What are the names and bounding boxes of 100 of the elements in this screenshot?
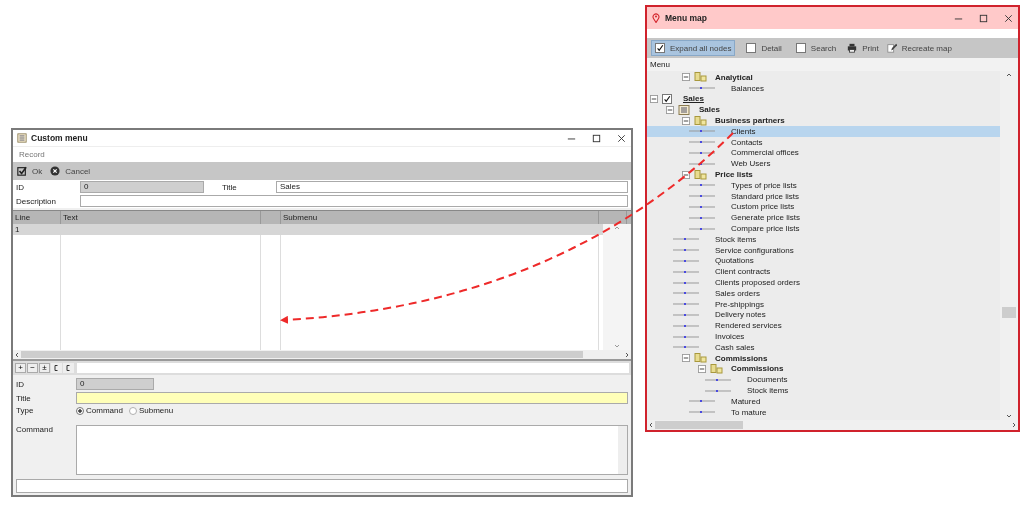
tree-item[interactable]: Business partners: [647, 115, 1000, 126]
window-title: Custom menu: [31, 133, 88, 143]
tree-item[interactable]: Client contracts: [647, 266, 1000, 278]
tree-item[interactable]: Stock items: [647, 385, 1000, 396]
window-title: Menu map: [665, 13, 708, 23]
radio-button[interactable]: [128, 406, 137, 415]
field-label: ID: [16, 379, 25, 389]
maximize-icon[interactable]: [978, 12, 989, 24]
scroll-thumb[interactable]: [1002, 307, 1016, 318]
radio-button[interactable]: [76, 406, 84, 415]
radio-option[interactable]: Command: [76, 406, 123, 415]
list-icon: [17, 133, 27, 143]
tree-item[interactable]: Custom price lists: [647, 201, 1000, 213]
field-label: ID: [16, 182, 25, 192]
bracket-icon[interactable]: [51, 363, 62, 373]
scrollbar[interactable]: [13, 350, 631, 359]
close-icon[interactable]: [1003, 12, 1014, 24]
field-label: Description: [16, 196, 57, 206]
tree-item[interactable]: Compare price lists: [647, 223, 1000, 234]
row-tool-button[interactable]: +: [15, 363, 26, 373]
tree-item[interactable]: Stock items: [647, 233, 1000, 245]
tree-item[interactable]: Commissions: [647, 363, 1000, 375]
scroll-left-icon[interactable]: [647, 421, 655, 429]
checkbox[interactable]: [662, 94, 672, 104]
scroll-right-icon[interactable]: [1010, 421, 1018, 429]
tree-item[interactable]: Cash sales: [647, 341, 1000, 353]
scroll-left-icon[interactable]: [13, 350, 21, 359]
maximize-icon[interactable]: [591, 132, 602, 144]
toolbar-button[interactable]: Recreate map: [886, 43, 952, 53]
title-field[interactable]: Sales: [276, 181, 628, 193]
tree-item[interactable]: Contacts: [647, 136, 1000, 148]
scroll-down-icon[interactable]: [1005, 412, 1013, 420]
tree-item[interactable]: Invoices: [647, 331, 1000, 342]
field-label: Title: [222, 182, 238, 192]
tree-item[interactable]: Clients proposed orders: [647, 277, 1000, 288]
tree-item[interactable]: Matured: [647, 395, 1000, 407]
scrollbar[interactable]: [647, 420, 1018, 430]
checkbox[interactable]: [655, 43, 665, 53]
folder-icon: [694, 353, 708, 364]
scroll-up-icon[interactable]: [1005, 71, 1013, 79]
description-field[interactable]: [80, 195, 628, 207]
table-cell-text: 1: [14, 225, 21, 234]
tree-item[interactable]: Sales orders: [647, 287, 1000, 299]
radio-option[interactable]: Submenu: [128, 406, 174, 415]
row-tool-button[interactable]: −: [27, 363, 38, 373]
tree-item[interactable]: Price lists: [647, 169, 1000, 180]
collapse-icon[interactable]: [650, 95, 658, 103]
checkbox[interactable]: [746, 43, 757, 53]
pin-icon: [651, 13, 661, 23]
column-header: Menu: [647, 58, 1018, 71]
tree-item[interactable]: Standard price lists: [647, 190, 1000, 202]
menu-item[interactable]: Record: [19, 150, 45, 159]
check-icon: [17, 166, 27, 176]
collapse-icon[interactable]: [698, 364, 706, 373]
row-tool-button[interactable]: ±: [39, 363, 50, 373]
folder-icon: [694, 115, 708, 126]
scroll-right-icon[interactable]: [623, 350, 631, 359]
checkbox[interactable]: [795, 43, 806, 53]
list-icon: [678, 104, 692, 115]
tree-item[interactable]: Commissions: [647, 352, 1000, 364]
checkbox-option[interactable]: Search: [792, 41, 840, 55]
collapse-icon[interactable]: [682, 116, 690, 125]
bracket-icon[interactable]: [63, 363, 74, 373]
pencil-page-icon: [886, 43, 897, 53]
tree-item[interactable]: Balances: [647, 82, 1000, 94]
tree-item[interactable]: Analytical: [647, 72, 1000, 83]
checkbox-option[interactable]: Detail: [743, 41, 785, 55]
id-field[interactable]: 0: [76, 378, 154, 390]
folder-icon: [694, 72, 708, 83]
toolbar-button[interactable]: Cancel: [50, 166, 91, 176]
scroll-up-icon[interactable]: [613, 224, 621, 232]
folder-icon: [694, 169, 708, 180]
tree-item[interactable]: Sales: [647, 104, 1000, 116]
tree-item[interactable]: Pre-shippings: [647, 298, 1000, 310]
tree-item[interactable]: To mature: [647, 406, 1000, 418]
tree-item[interactable]: Delivery notes: [647, 309, 1000, 321]
toolbar-button[interactable]: Ok: [17, 166, 43, 176]
close-icon[interactable]: [616, 132, 627, 144]
collapse-icon[interactable]: [682, 73, 690, 82]
tree-item[interactable]: Service configurations: [647, 244, 1000, 256]
tree-item[interactable]: Types of price lists: [647, 179, 1000, 191]
tree-item[interactable]: Web Users: [647, 158, 1000, 170]
tree-item[interactable]: Sales: [647, 93, 1000, 105]
tree-item[interactable]: Commercial offices: [647, 147, 1000, 159]
tree-item[interactable]: Clients: [647, 126, 1000, 137]
collapse-icon[interactable]: [682, 354, 690, 363]
tree-item[interactable]: Documents: [647, 374, 1000, 386]
toolbar-button[interactable]: Print: [847, 43, 879, 53]
folder-icon: [710, 363, 724, 374]
collapse-icon[interactable]: [682, 170, 690, 179]
command-field[interactable]: [76, 425, 628, 475]
input-field[interactable]: [77, 363, 629, 373]
id-field[interactable]: 0: [80, 181, 204, 193]
cancel-icon: [50, 166, 61, 176]
scrollbar[interactable]: [603, 224, 631, 350]
printer-icon: [847, 43, 858, 53]
tree-item[interactable]: Rendered services: [647, 320, 1000, 332]
tree-item[interactable]: Generate price lists: [647, 212, 1000, 224]
title-field[interactable]: [76, 392, 628, 404]
tree-item[interactable]: Quotations: [647, 255, 1000, 267]
